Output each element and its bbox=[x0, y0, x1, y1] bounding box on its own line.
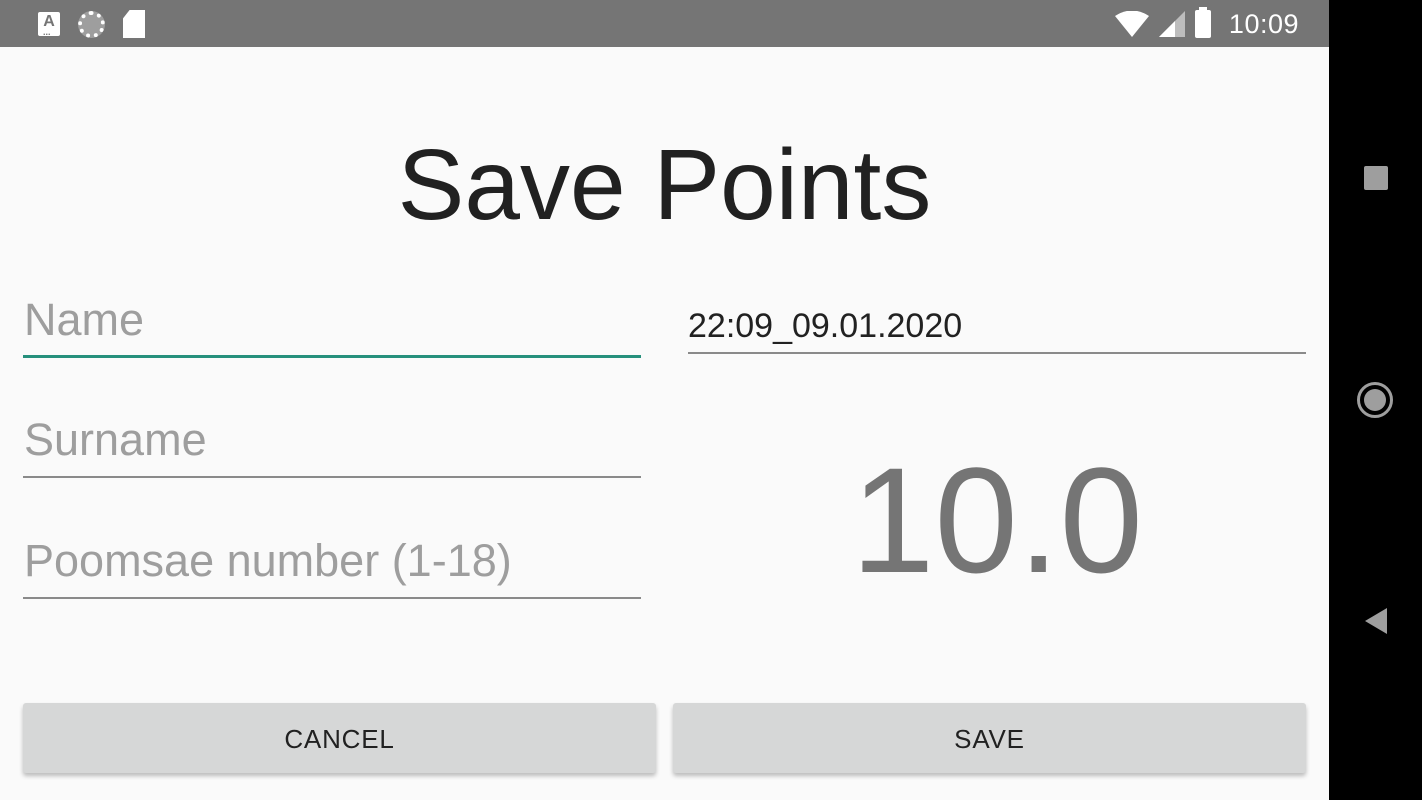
home-icon[interactable] bbox=[1357, 382, 1393, 418]
status-clock: 10:09 bbox=[1228, 8, 1299, 39]
back-icon[interactable] bbox=[1365, 608, 1387, 634]
page-title: Save Points bbox=[397, 129, 932, 241]
datetime-value: 22:09_09.01.2020 bbox=[688, 307, 963, 345]
name-underline bbox=[23, 355, 641, 358]
loader-icon bbox=[78, 10, 105, 38]
navigation-bar bbox=[1329, 0, 1422, 800]
datetime-underline bbox=[688, 352, 1306, 354]
battery-icon bbox=[1194, 7, 1211, 38]
wifi-icon bbox=[1114, 10, 1149, 37]
score-display: 10.0 bbox=[851, 436, 1143, 604]
cancel-button[interactable]: CANCEL bbox=[23, 703, 656, 773]
datetime-input[interactable]: 22:09_09.01.2020 bbox=[688, 300, 1306, 354]
surname-placeholder: Surname bbox=[24, 414, 207, 465]
save-button[interactable]: SAVE bbox=[673, 703, 1306, 773]
app-screen: A 10:09 Save Points Name Surname Poomsae… bbox=[0, 0, 1329, 800]
name-placeholder: Name bbox=[24, 294, 145, 345]
status-bar-left: A bbox=[38, 10, 145, 42]
poomsae-underline bbox=[23, 597, 641, 599]
recents-icon[interactable] bbox=[1364, 166, 1388, 190]
signal-icon bbox=[1158, 11, 1185, 37]
surname-input[interactable]: Surname bbox=[23, 408, 641, 478]
poomsae-placeholder: Poomsae number (1-18) bbox=[24, 535, 512, 586]
status-bar: A 10:09 bbox=[0, 0, 1329, 47]
name-input[interactable]: Name bbox=[23, 288, 641, 358]
surname-underline bbox=[23, 476, 641, 478]
status-bar-right: 10:09 bbox=[1114, 6, 1299, 42]
poomsae-number-input[interactable]: Poomsae number (1-18) bbox=[23, 529, 641, 599]
keyboard-a-icon: A bbox=[38, 12, 60, 42]
sd-card-icon bbox=[123, 10, 145, 38]
